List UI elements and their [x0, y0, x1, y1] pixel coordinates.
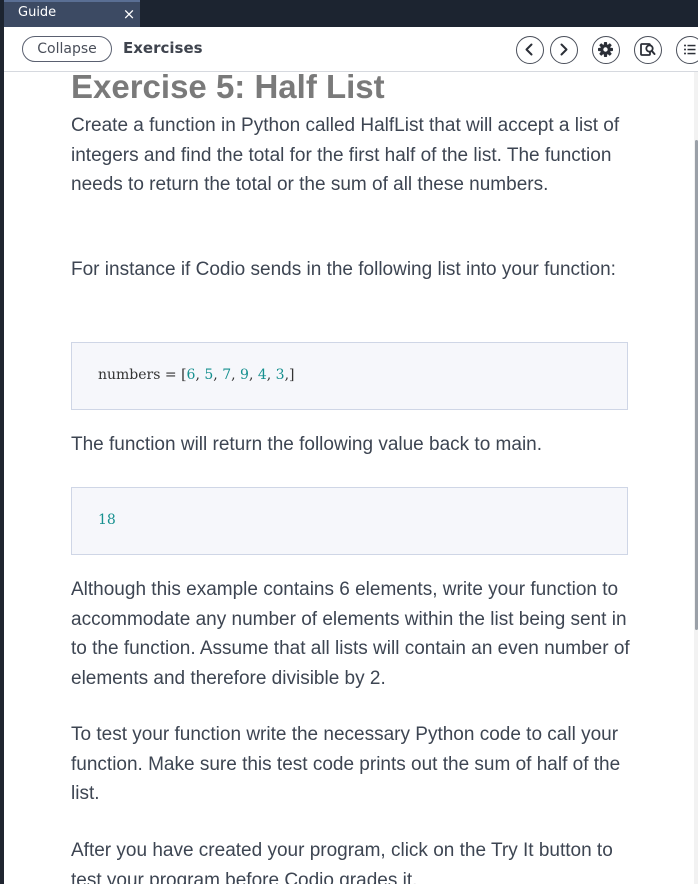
guide-content[interactable]: Exercise 5: Half List Create a function … — [4, 72, 698, 884]
code-text: numbers = [ — [98, 367, 187, 383]
chevron-right-icon — [560, 43, 568, 56]
guide-app: Guide × Collapse Exercises Exercise 5: H… — [0, 0, 698, 884]
instruction-paragraph: Although this example contains 6 element… — [71, 579, 630, 689]
code-separator: , — [213, 367, 223, 383]
exercise-title: Exercise 5: Half List — [71, 72, 385, 105]
code-number: 18 — [98, 512, 116, 528]
code-number: 7 — [222, 367, 232, 383]
close-icon[interactable]: × — [122, 7, 136, 22]
code-number: 9 — [240, 367, 249, 383]
code-number: 3 — [275, 367, 285, 383]
code-line: numbers = [6, 5, 7, 9, 4, 3,] — [98, 367, 295, 383]
code-separator: , — [231, 367, 241, 383]
code-text: ,] — [284, 367, 295, 383]
code-block-output: 18 — [71, 487, 628, 555]
guide-toolbar: Collapse Exercises — [4, 27, 698, 72]
next-button[interactable] — [550, 36, 578, 64]
tab-title: Guide — [18, 5, 57, 20]
list-icon — [684, 44, 696, 55]
chevron-left-icon — [525, 43, 533, 56]
code-block-input-list: numbers = [6, 5, 7, 9, 4, 3,] — [71, 342, 628, 410]
settings-button[interactable] — [592, 36, 620, 64]
guide-panel: Collapse Exercises Exercise 5: Half List… — [4, 27, 698, 884]
section-title: Exercises — [123, 39, 203, 57]
tab-guide[interactable]: Guide × — [4, 0, 140, 27]
search-button[interactable] — [634, 36, 662, 64]
code-number: 5 — [204, 367, 214, 383]
code-separator: , — [266, 367, 276, 383]
instruction-paragraph: The function will return the following v… — [71, 434, 543, 455]
previous-button[interactable] — [516, 36, 544, 64]
instruction-paragraph: To test your function write the necessar… — [71, 724, 621, 804]
instruction-paragraph: Create a function in Python called HalfL… — [71, 115, 620, 195]
instruction-paragraph: For instance if Codio sends in the follo… — [71, 259, 616, 280]
table-of-contents-button[interactable] — [676, 36, 698, 64]
tab-strip: Guide × — [0, 0, 698, 27]
code-number: 4 — [257, 367, 267, 383]
content-scrollbar[interactable] — [694, 72, 698, 884]
search-icon — [640, 43, 656, 56]
code-separator: , — [248, 367, 258, 383]
instruction-paragraph: After you have created your program, cli… — [71, 840, 613, 884]
gear-icon — [598, 42, 613, 57]
collapse-button[interactable]: Collapse — [22, 36, 112, 62]
